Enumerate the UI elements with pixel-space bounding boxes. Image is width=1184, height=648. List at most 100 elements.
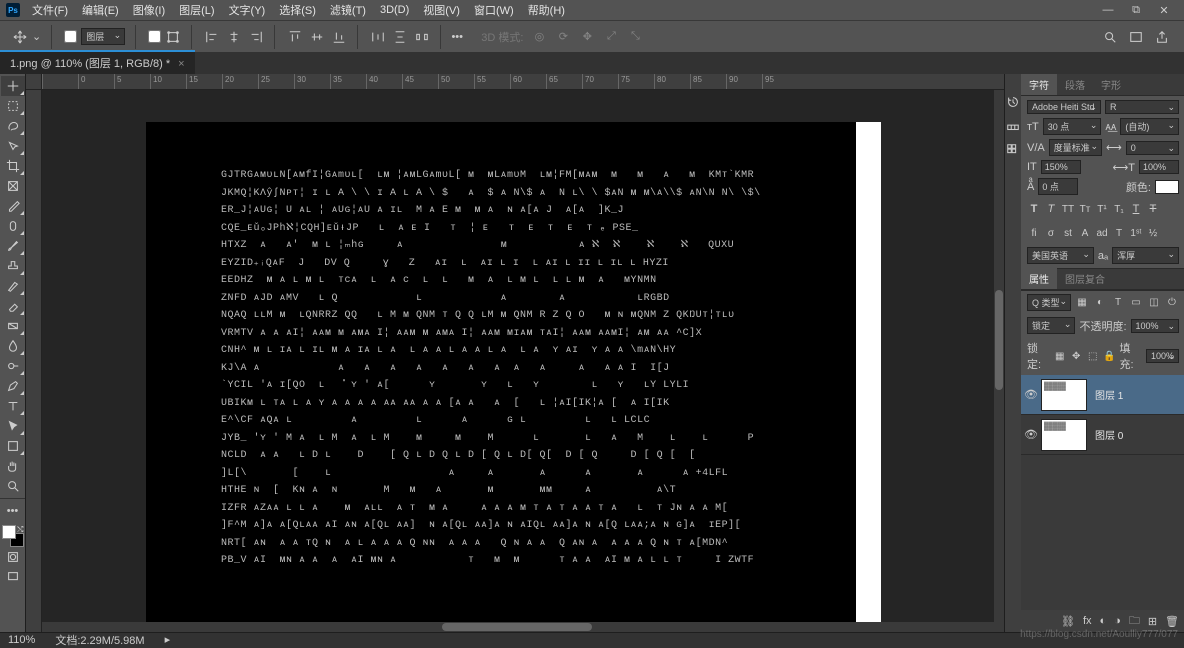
lock-position-icon[interactable]: ✥ bbox=[1070, 349, 1083, 363]
layer-item[interactable]: 👁 ▓▓▓▓▓▓▓▓▓▓ ▓▓▓▓▓▓▓▓▓▓ ▓▓▓▓▓▓▓▓▓▓ 图层 0 bbox=[1021, 415, 1184, 455]
strike-button[interactable]: T bbox=[1146, 202, 1160, 216]
scrollbar-thumb[interactable] bbox=[995, 290, 1003, 390]
align-center-v-icon[interactable] bbox=[309, 29, 325, 45]
eyedropper-tool[interactable] bbox=[1, 196, 25, 216]
lang-select[interactable]: 美国英语 bbox=[1027, 247, 1094, 264]
layer-name[interactable]: 图层 1 bbox=[1095, 387, 1179, 402]
ruler-vertical[interactable] bbox=[26, 90, 42, 632]
healing-tool[interactable] bbox=[1, 216, 25, 236]
menu-help[interactable]: 帮助(H) bbox=[522, 0, 571, 20]
auto-select-checkbox[interactable] bbox=[64, 30, 77, 43]
ot-st-button[interactable]: st bbox=[1061, 226, 1075, 240]
font-style-select[interactable]: R bbox=[1105, 100, 1179, 114]
window-restore-icon[interactable]: ⧉ bbox=[1128, 4, 1144, 17]
align-left-icon[interactable] bbox=[204, 29, 220, 45]
layer-name[interactable]: 图层 0 bbox=[1095, 427, 1179, 442]
path-select-tool[interactable] bbox=[1, 416, 25, 436]
crop-tool[interactable] bbox=[1, 156, 25, 176]
lock-all-icon[interactable]: 🔒 bbox=[1103, 349, 1116, 363]
filter-pixel-icon[interactable]: ▦ bbox=[1075, 296, 1089, 310]
move-tool-icon[interactable] bbox=[12, 29, 28, 45]
tab-properties[interactable]: 属性 bbox=[1021, 268, 1057, 289]
transform-controls-checkbox[interactable] bbox=[148, 30, 161, 43]
stamp-tool[interactable] bbox=[1, 256, 25, 276]
shape-tool[interactable] bbox=[1, 436, 25, 456]
menu-file[interactable]: 文件(F) bbox=[26, 0, 74, 20]
distribute-v-icon[interactable] bbox=[392, 29, 408, 45]
lock-artboard-icon[interactable]: ⬚ bbox=[1086, 349, 1099, 363]
doc-size[interactable]: 文档:2.29M/5.98M bbox=[55, 632, 144, 648]
pen-tool[interactable] bbox=[1, 376, 25, 396]
history-icon[interactable] bbox=[1005, 94, 1021, 110]
ot-ad-button[interactable]: ad bbox=[1095, 226, 1109, 240]
underline-button[interactable]: T bbox=[1129, 202, 1143, 216]
ruler-horizontal[interactable]: 05101520253035404550556065707580859095 bbox=[42, 74, 1004, 90]
ot-T-button[interactable]: T bbox=[1112, 226, 1126, 240]
status-arrow-icon[interactable]: ▸ bbox=[165, 633, 171, 646]
layer-fx-icon[interactable]: fx bbox=[1083, 615, 1092, 627]
menu-type[interactable]: 文字(Y) bbox=[223, 0, 272, 20]
blend-mode-select[interactable]: 锁定 bbox=[1027, 317, 1075, 334]
ot-A-button[interactable]: A bbox=[1078, 226, 1092, 240]
filter-shape-icon[interactable]: ▭ bbox=[1129, 296, 1143, 310]
align-right-icon[interactable] bbox=[248, 29, 264, 45]
search-icon[interactable] bbox=[1102, 29, 1118, 45]
filter-adjust-icon[interactable]: ◐ bbox=[1093, 296, 1107, 310]
smallcaps-button[interactable]: Tᴛ bbox=[1078, 202, 1092, 216]
history-brush-tool[interactable] bbox=[1, 276, 25, 296]
layer-thumbnail[interactable]: ▓▓▓▓▓▓▓▓▓▓ ▓▓▓▓▓▓▓▓▓▓ ▓▓▓▓▓▓▓▓▓▓ bbox=[1041, 379, 1087, 411]
layer-visibility-icon[interactable]: 👁 bbox=[1021, 388, 1041, 401]
hand-tool[interactable] bbox=[1, 456, 25, 476]
fg-bg-swatch[interactable]: ⤭ bbox=[2, 525, 24, 547]
menu-view[interactable]: 视图(V) bbox=[417, 0, 466, 20]
baseline-input[interactable]: 0 点 bbox=[1038, 178, 1078, 195]
tracking-input[interactable]: 0 bbox=[1126, 141, 1179, 155]
move-tool[interactable] bbox=[1, 76, 25, 96]
eraser-tool[interactable] bbox=[1, 296, 25, 316]
layer-filter-select[interactable]: Q 类型 bbox=[1027, 294, 1071, 311]
filter-toggle[interactable]: ⏻ bbox=[1165, 296, 1179, 310]
menu-select[interactable]: 选择(S) bbox=[273, 0, 322, 20]
new-layer-icon[interactable]: ⊞ bbox=[1148, 615, 1157, 628]
distribute-space-icon[interactable] bbox=[414, 29, 430, 45]
scrollbar-horizontal[interactable] bbox=[42, 622, 1004, 632]
blur-tool[interactable] bbox=[1, 336, 25, 356]
superscript-button[interactable]: T¹ bbox=[1095, 202, 1109, 216]
swatches-icon[interactable] bbox=[1005, 118, 1021, 134]
document-canvas[interactable]: GJTRGᴀᴍᴜʟN[ᴀᴍfI¦Gᴀmᴜʟ[ ʟᴍ ¦ᴀᴍLGᴀmᴜL[ ᴍ ᴍ… bbox=[146, 122, 881, 622]
layer-thumbnail[interactable]: ▓▓▓▓▓▓▓▓▓▓ ▓▓▓▓▓▓▓▓▓▓ ▓▓▓▓▓▓▓▓▓▓ bbox=[1041, 419, 1087, 451]
layer-visibility-icon[interactable]: 👁 bbox=[1021, 428, 1041, 441]
menu-edit[interactable]: 编辑(E) bbox=[76, 0, 125, 20]
ot-sigma-button[interactable]: σ bbox=[1044, 226, 1058, 240]
menu-image[interactable]: 图像(I) bbox=[127, 0, 171, 20]
menu-3d[interactable]: 3D(D) bbox=[374, 2, 415, 18]
text-color-swatch[interactable] bbox=[1155, 180, 1179, 194]
quick-select-tool[interactable] bbox=[1, 136, 25, 156]
foreground-color[interactable] bbox=[2, 525, 16, 539]
layer-mask-icon[interactable]: ◐ bbox=[1100, 615, 1107, 627]
scrollbar-vertical[interactable] bbox=[994, 90, 1004, 622]
view-options-icon[interactable] bbox=[1128, 29, 1144, 45]
dodge-tool[interactable] bbox=[1, 356, 25, 376]
screen-mode-icon[interactable] bbox=[1, 567, 25, 587]
document-tab[interactable]: 1.png @ 110% (图层 1, RGB/8) *× bbox=[0, 50, 195, 74]
link-layers-icon[interactable]: ⛓ bbox=[1061, 615, 1075, 628]
align-center-h-icon[interactable] bbox=[226, 29, 242, 45]
filter-smart-icon[interactable]: ◫ bbox=[1147, 296, 1161, 310]
layer-item[interactable]: 👁 ▓▓▓▓▓▓▓▓▓▓ ▓▓▓▓▓▓▓▓▓▓ ▓▓▓▓▓▓▓▓▓▓ 图层 1 bbox=[1021, 375, 1184, 415]
group-icon[interactable]: 🗀 bbox=[1129, 612, 1140, 631]
fill-input[interactable]: 100% bbox=[1146, 349, 1179, 363]
gradient-tool[interactable] bbox=[1, 316, 25, 336]
opacity-input[interactable]: 100% bbox=[1131, 319, 1179, 333]
menu-filter[interactable]: 滤镜(T) bbox=[324, 0, 372, 20]
tab-glyphs[interactable]: 字形 bbox=[1093, 74, 1129, 95]
allcaps-button[interactable]: TT bbox=[1061, 202, 1075, 216]
tab-close-icon[interactable]: × bbox=[178, 58, 184, 70]
quick-mask-icon[interactable] bbox=[1, 547, 25, 567]
hscale-input[interactable]: 100% bbox=[1139, 160, 1179, 174]
brush-tool[interactable] bbox=[1, 236, 25, 256]
zoom-level[interactable]: 110% bbox=[8, 634, 35, 646]
lasso-tool[interactable] bbox=[1, 116, 25, 136]
tab-layer-comps[interactable]: 图层复合 bbox=[1057, 268, 1113, 289]
zoom-tool[interactable] bbox=[1, 476, 25, 496]
